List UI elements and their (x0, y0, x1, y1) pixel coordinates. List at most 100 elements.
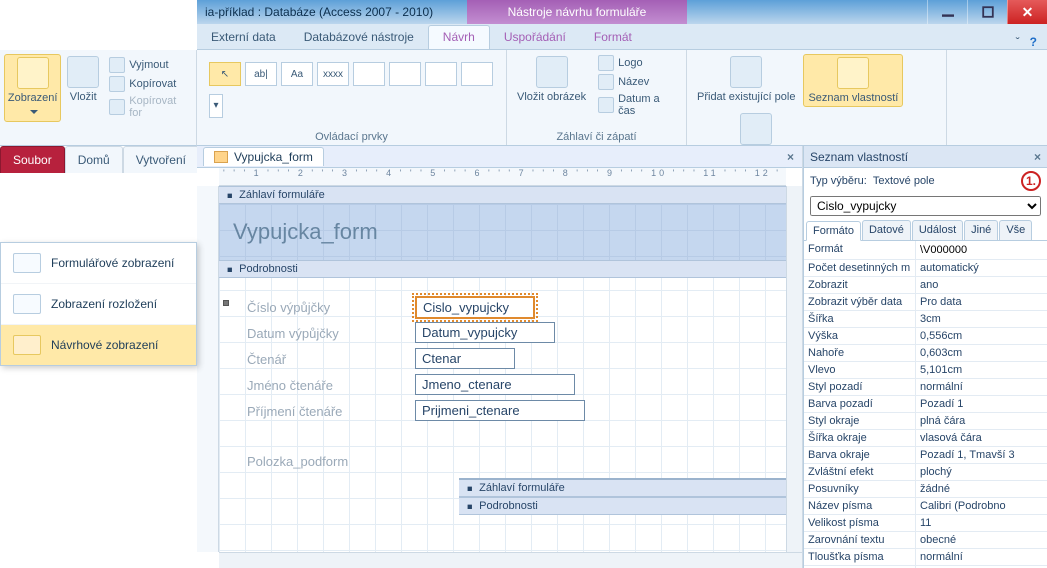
cut-button[interactable]: Vyjmout (105, 56, 192, 74)
horizontal-scrollbar[interactable] (219, 552, 802, 568)
control-nav[interactable] (461, 62, 493, 86)
datetime-button[interactable]: Datum a čas (594, 92, 680, 118)
detail-area[interactable]: Číslo výpůjčky Datum výpůjčky Čtenář Jmé… (219, 278, 786, 478)
paste-button[interactable]: Vložit (63, 54, 103, 105)
label-prijmeni[interactable]: Příjmení čtenáře (247, 404, 342, 419)
doc-tab-close[interactable]: × (787, 150, 802, 164)
vertical-scrollbar[interactable] (786, 186, 802, 552)
tab-domu[interactable]: Domů (65, 146, 123, 173)
property-row[interactable]: Počet desetinných mautomatický (804, 260, 1047, 277)
property-value[interactable]: plná čára (916, 413, 1047, 429)
property-row[interactable]: Zobrazitano (804, 277, 1047, 294)
control-textbox[interactable]: ab| (245, 62, 277, 86)
property-value[interactable]: 11 (916, 515, 1047, 531)
maximize-button[interactable] (967, 0, 1007, 24)
title-button[interactable]: Název (594, 73, 680, 91)
minimize-button[interactable] (927, 0, 967, 24)
tab-format[interactable]: Formát (580, 26, 646, 49)
doc-tab-vypujcka[interactable]: Vypujcka_form (203, 147, 324, 166)
tab-navrh[interactable]: Návrh (428, 25, 490, 49)
view-button[interactable]: Zobrazení (4, 54, 61, 122)
ptab-data[interactable]: Datové (862, 220, 911, 240)
detail-bar[interactable]: ◆ Podrobnosti (219, 260, 786, 278)
subform-header-bar[interactable]: ◆ Záhlaví formuláře (459, 478, 786, 497)
ptab-event[interactable]: Událost (912, 220, 963, 240)
property-row[interactable]: Název písmaCalibri (Podrobno (804, 498, 1047, 515)
property-value[interactable]: Calibri (Podrobno (916, 498, 1047, 514)
ribbon-minimize-icon[interactable]: ˇ (1016, 35, 1020, 49)
control-button[interactable]: xxxx (317, 62, 349, 86)
control-pointer[interactable]: ↖ (209, 62, 241, 86)
label-jmeno[interactable]: Jméno čtenáře (247, 378, 333, 393)
property-grid[interactable]: Formát▾Počet desetinných mautomatickýZob… (804, 241, 1047, 568)
property-row[interactable]: Šířka3cm (804, 311, 1047, 328)
property-sheet-button[interactable]: Seznam vlastností (803, 54, 903, 107)
property-row[interactable]: Nahoře0,603cm (804, 345, 1047, 362)
view-design[interactable]: Návrhové zobrazení (1, 325, 196, 365)
property-sheet-close[interactable]: × (1034, 150, 1041, 164)
subform-icon[interactable] (823, 115, 843, 135)
add-fields-button[interactable]: Přidat existující pole (693, 54, 799, 105)
design-canvas[interactable]: ◆ Záhlaví formuláře Vypujcka_form ◆ Podr… (219, 186, 786, 552)
form-header-bar[interactable]: ◆ Záhlaví formuláře (219, 186, 786, 204)
property-row[interactable]: Tloušťka písmanormální (804, 549, 1047, 566)
property-value[interactable]: plochý (916, 464, 1047, 480)
tab-soubor[interactable]: Soubor (0, 146, 65, 173)
ptab-other[interactable]: Jiné (964, 220, 998, 240)
property-value-input[interactable] (920, 244, 1047, 256)
help-icon[interactable]: ? (1030, 35, 1037, 49)
property-row[interactable]: Barva okrajePozadí 1, Tmavší 3 (804, 447, 1047, 464)
tab-vytvoreni[interactable]: Vytvoření (123, 146, 199, 173)
property-value[interactable]: Pro data (916, 294, 1047, 310)
property-value[interactable]: 0,603cm (916, 345, 1047, 361)
close-button[interactable]: ✕ (1007, 0, 1047, 24)
label-subform[interactable]: Polozka_podform (247, 454, 348, 469)
property-row[interactable]: Šířka okrajevlasová čára (804, 430, 1047, 447)
property-value[interactable]: žádné (916, 481, 1047, 497)
property-value[interactable]: ano (916, 277, 1047, 293)
property-row[interactable]: Výška0,556cm (804, 328, 1047, 345)
tab-databazove-nastroje[interactable]: Databázové nástroje (290, 26, 428, 49)
property-value[interactable]: vlasová čára (916, 430, 1047, 446)
tab-externi-data[interactable]: Externí data (197, 26, 290, 49)
property-row[interactable]: Posuvníkyžádné (804, 481, 1047, 498)
label-cislo[interactable]: Číslo výpůjčky (247, 300, 330, 315)
property-value[interactable]: obecné (916, 532, 1047, 548)
control-web[interactable] (425, 62, 457, 86)
controls-gallery-more[interactable]: ▾ (209, 94, 223, 118)
ptab-all[interactable]: Vše (999, 220, 1032, 240)
logo-button[interactable]: Logo (594, 54, 680, 72)
property-row[interactable]: Barva pozadíPozadí 1 (804, 396, 1047, 413)
control-link[interactable] (389, 62, 421, 86)
property-value[interactable]: 5,101cm (916, 362, 1047, 378)
property-value[interactable]: 3cm (916, 311, 1047, 327)
property-row[interactable]: Vlevo5,101cm (804, 362, 1047, 379)
property-value[interactable]: normální (916, 549, 1047, 565)
property-row[interactable]: Styl pozadínormální (804, 379, 1047, 396)
control-label[interactable]: Aa (281, 62, 313, 86)
field-prijmeni[interactable]: Prijmeni_ctenare (415, 400, 585, 421)
property-value[interactable]: Pozadí 1 (916, 396, 1047, 412)
tab-usporadani[interactable]: Uspořádání (490, 26, 580, 49)
property-value[interactable]: automatický (916, 260, 1047, 276)
view-layout[interactable]: Zobrazení rozložení (1, 284, 196, 325)
selection-handle[interactable] (223, 300, 229, 306)
property-value[interactable]: 0,556cm (916, 328, 1047, 344)
subform-detail-bar[interactable]: ◆ Podrobnosti (459, 497, 786, 515)
property-row[interactable]: Formát▾ (804, 241, 1047, 260)
insert-image-button[interactable]: Vložit obrázek (513, 54, 590, 105)
property-value[interactable]: ▾ (916, 241, 1047, 259)
field-cislo[interactable]: Cislo_vypujcky (415, 296, 535, 319)
control-tab[interactable] (353, 62, 385, 86)
property-row[interactable]: Velikost písma11 (804, 515, 1047, 532)
field-ctenar[interactable]: Ctenar (415, 348, 515, 369)
object-selector[interactable]: Cislo_vypujcky (810, 196, 1041, 216)
label-datum[interactable]: Datum výpůjčky (247, 326, 339, 341)
form-header-area[interactable]: Vypujcka_form (219, 204, 786, 260)
property-row[interactable]: Styl okrajeplná čára (804, 413, 1047, 430)
view-form[interactable]: Formulářové zobrazení (1, 243, 196, 284)
property-row[interactable]: Zarovnání textuobecné (804, 532, 1047, 549)
property-value[interactable]: normální (916, 379, 1047, 395)
field-jmeno[interactable]: Jmeno_ctenare (415, 374, 575, 395)
ptab-format[interactable]: Formáto (806, 221, 861, 241)
